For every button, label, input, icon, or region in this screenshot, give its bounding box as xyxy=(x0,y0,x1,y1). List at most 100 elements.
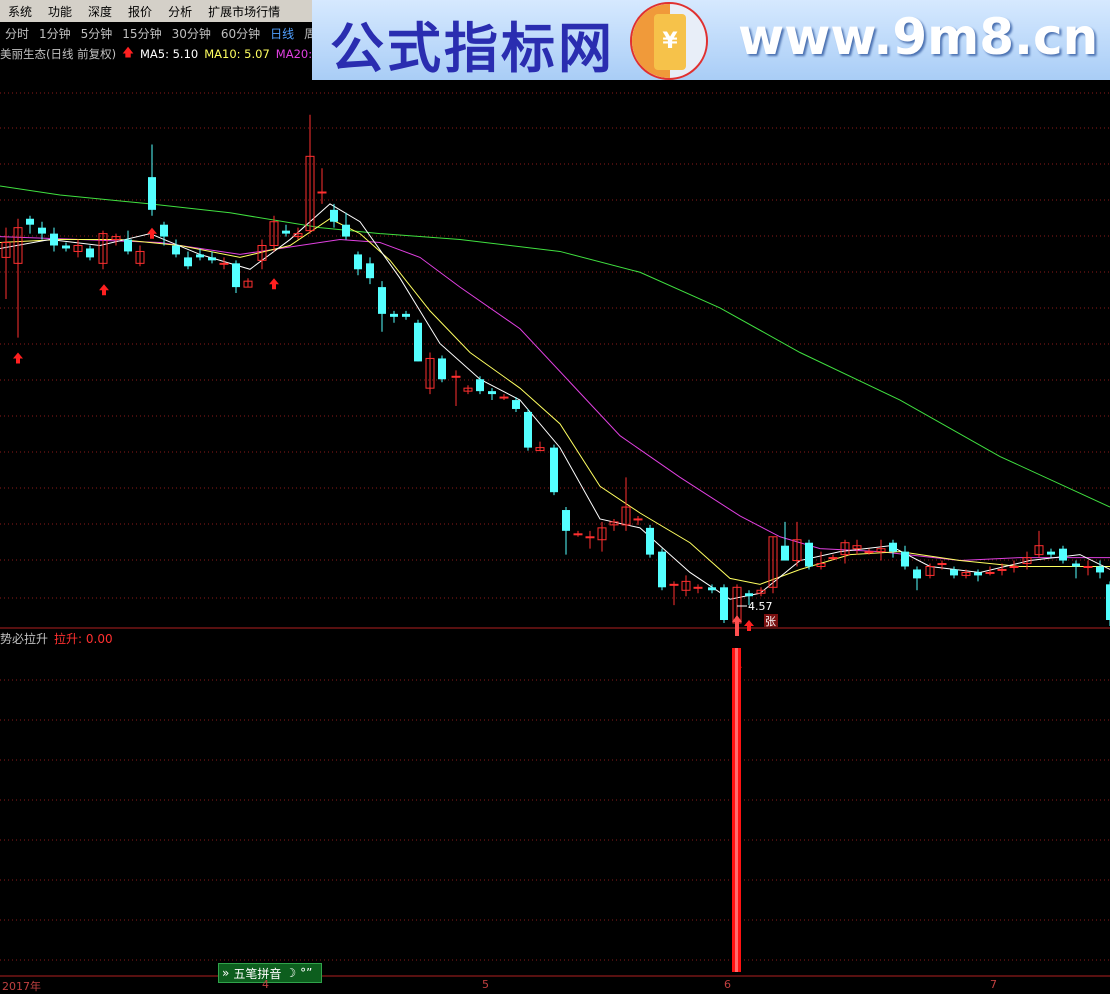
candle-body xyxy=(317,191,327,194)
period-tab-5[interactable]: 60分钟 xyxy=(216,25,265,42)
candle-body xyxy=(378,287,386,314)
candle-body xyxy=(488,391,496,395)
buy-arrow-icon xyxy=(147,227,157,239)
candle-body xyxy=(913,569,921,579)
candle-body xyxy=(342,224,350,237)
candle-body xyxy=(585,536,595,539)
period-tab-6[interactable]: 日线 xyxy=(265,25,299,42)
buy-arrow-icon xyxy=(13,352,23,364)
candle-body xyxy=(889,542,897,552)
banner-url: www.9m8.cn xyxy=(738,8,1099,66)
zhang-badge: 张 xyxy=(765,615,776,628)
candle-body xyxy=(864,551,874,554)
ma5-line xyxy=(0,203,1110,600)
candle-body xyxy=(1106,584,1110,620)
candle-body xyxy=(1059,548,1067,561)
candle-body xyxy=(38,227,46,234)
buy-arrow-icon xyxy=(269,278,279,290)
period-tab-4[interactable]: 30分钟 xyxy=(167,25,216,42)
stock-name: 美丽生态(日线 前复权) xyxy=(0,47,117,61)
ime-collapse-icon[interactable]: » xyxy=(222,966,229,980)
low-price-label: 4.57 xyxy=(748,600,773,613)
candle-body xyxy=(208,257,216,261)
candle-body xyxy=(366,263,374,279)
signal-bar xyxy=(732,648,741,972)
candle-body xyxy=(499,396,509,399)
candle-body xyxy=(390,313,398,317)
x-tick-label: 6 xyxy=(724,978,731,991)
candle-body xyxy=(524,411,532,448)
candle-body xyxy=(219,262,229,265)
menu-item-1[interactable]: 功能 xyxy=(40,3,80,20)
candle-body xyxy=(669,583,679,586)
candle-body xyxy=(196,254,204,258)
candle-body xyxy=(693,586,703,589)
candle-body xyxy=(562,510,570,531)
punctuation-icon[interactable]: °” xyxy=(300,966,312,980)
candle-body xyxy=(658,551,666,588)
banner-logo: ¥ xyxy=(630,2,708,80)
candle-body xyxy=(1083,566,1093,568)
menu-item-0[interactable]: 系统 xyxy=(0,3,40,20)
candle-body xyxy=(745,593,753,597)
candle-body xyxy=(62,245,70,249)
menu-item-2[interactable]: 深度 xyxy=(80,3,120,20)
candle-body xyxy=(1047,551,1055,555)
candle-body xyxy=(476,379,484,392)
signal-bar-highlight xyxy=(735,648,738,972)
chart-canvas: 4.57 张 xyxy=(0,92,1110,977)
candle-body xyxy=(512,400,520,409)
menu-item-3[interactable]: 报价 xyxy=(120,3,160,20)
period-tab-0[interactable]: 分时 xyxy=(0,25,34,42)
candle-body xyxy=(781,545,789,561)
candle-body xyxy=(26,218,34,225)
candle-body xyxy=(451,375,461,378)
moon-icon[interactable]: ☽ xyxy=(285,966,296,980)
candle-body xyxy=(438,358,446,380)
candle-body xyxy=(330,209,338,222)
ma20-line xyxy=(0,236,1110,562)
candle-body xyxy=(937,563,947,566)
candle-body xyxy=(1072,563,1080,567)
period-tab-2[interactable]: 5分钟 xyxy=(76,25,118,42)
candle-body xyxy=(573,533,583,536)
ime-mode-label[interactable]: 五笔拼音 xyxy=(233,965,281,982)
candle-body xyxy=(414,322,422,362)
buy-arrow-icon xyxy=(99,284,109,296)
period-tab-1[interactable]: 1分钟 xyxy=(34,25,76,42)
candle-body xyxy=(402,313,410,317)
indicator-name: 势必拉升 xyxy=(0,632,49,646)
watermark-banner: 公式指标网 ¥ www.9m8.cn xyxy=(312,0,1110,80)
candle-body xyxy=(828,557,838,560)
ma10-line xyxy=(0,218,1110,585)
candle-body xyxy=(282,230,290,234)
indicator-value: 拉升: 0.00 xyxy=(54,632,113,646)
candle-body xyxy=(550,447,558,493)
up-arrow-icon: 🡅 xyxy=(122,44,134,59)
candle-body xyxy=(985,571,995,574)
candle-body xyxy=(86,248,94,258)
candle-body xyxy=(160,224,168,237)
moving-average-lines xyxy=(0,185,1110,600)
candle-body xyxy=(1009,566,1019,568)
buy-arrow-icon xyxy=(744,620,754,632)
menu-item-5[interactable]: 扩展市场行情 xyxy=(200,3,288,20)
candle-body xyxy=(805,542,813,567)
candle-body xyxy=(354,254,362,270)
ma5-value: MA5: 5.10 xyxy=(139,47,199,61)
period-bar: 分时 1分钟 5分钟 15分钟 30分钟 60分钟 日线周 xyxy=(0,22,316,44)
menu-item-4[interactable]: 分析 xyxy=(160,3,200,20)
candle-body xyxy=(172,245,180,255)
candle-body xyxy=(1096,566,1104,573)
ma10-value: MA10: 5.07 xyxy=(204,47,270,61)
candle-body xyxy=(997,568,1007,571)
candle-body xyxy=(50,233,58,246)
ime-toolbar[interactable]: » 五笔拼音 ☽ °” xyxy=(218,963,322,983)
period-tab-3[interactable]: 15分钟 xyxy=(117,25,166,42)
candlesticks xyxy=(1,114,1110,629)
banner-title: 公式指标网 xyxy=(330,16,615,80)
x-tick-label: 2017年 xyxy=(2,980,41,993)
indicator-info: 势必拉升 拉升: 0.00 xyxy=(0,630,113,647)
menu-bar: 系统 功能 深度 报价 分析 扩展市场行情 xyxy=(0,0,312,23)
candle-body xyxy=(124,239,132,252)
